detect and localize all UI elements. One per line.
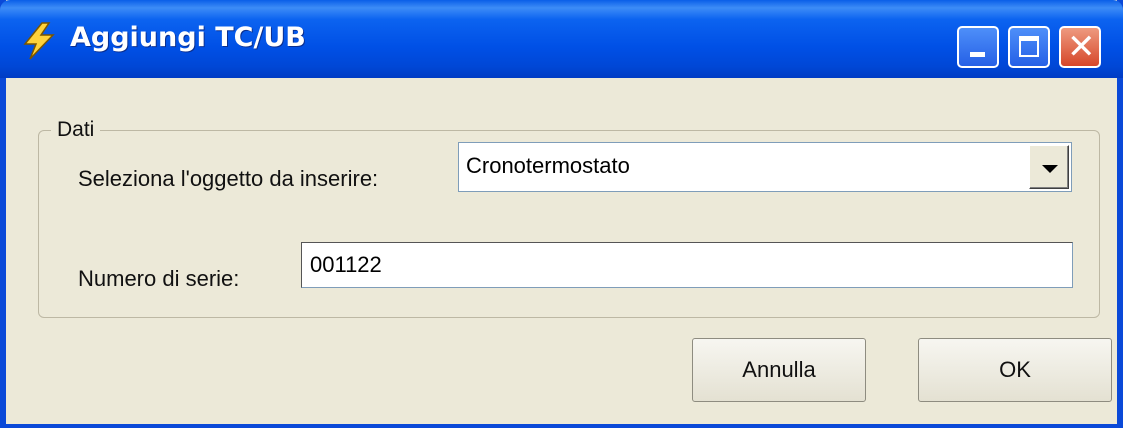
lightning-bolt-icon xyxy=(23,22,55,60)
object-select-dropdown-button[interactable] xyxy=(1029,145,1069,189)
maximize-button[interactable] xyxy=(1008,26,1050,68)
group-legend: Dati xyxy=(57,118,95,141)
close-button[interactable]: ✕ xyxy=(1059,26,1101,68)
title-bar[interactable]: Aggiungi TC/UB ✕ xyxy=(0,0,1123,78)
object-select-label: Seleziona l'oggetto da inserire: xyxy=(78,166,379,191)
object-select-value: Cronotermostato xyxy=(466,153,630,178)
minimize-button[interactable] xyxy=(957,26,999,68)
chevron-down-icon xyxy=(1042,165,1058,173)
window-title: Aggiungi TC/UB xyxy=(70,22,306,53)
ok-button[interactable]: OK xyxy=(918,338,1112,402)
dialog-window: Aggiungi TC/UB ✕ Dati Seleziona l'oggett… xyxy=(0,0,1123,428)
close-icon: ✕ xyxy=(1067,27,1096,67)
serial-number-input[interactable] xyxy=(301,242,1073,288)
object-select[interactable]: Cronotermostato xyxy=(458,142,1072,192)
serial-number-label: Numero di serie: xyxy=(78,266,240,291)
minimize-icon xyxy=(970,52,985,57)
cancel-button[interactable]: Annulla xyxy=(692,338,866,402)
maximize-icon xyxy=(1019,36,1039,57)
